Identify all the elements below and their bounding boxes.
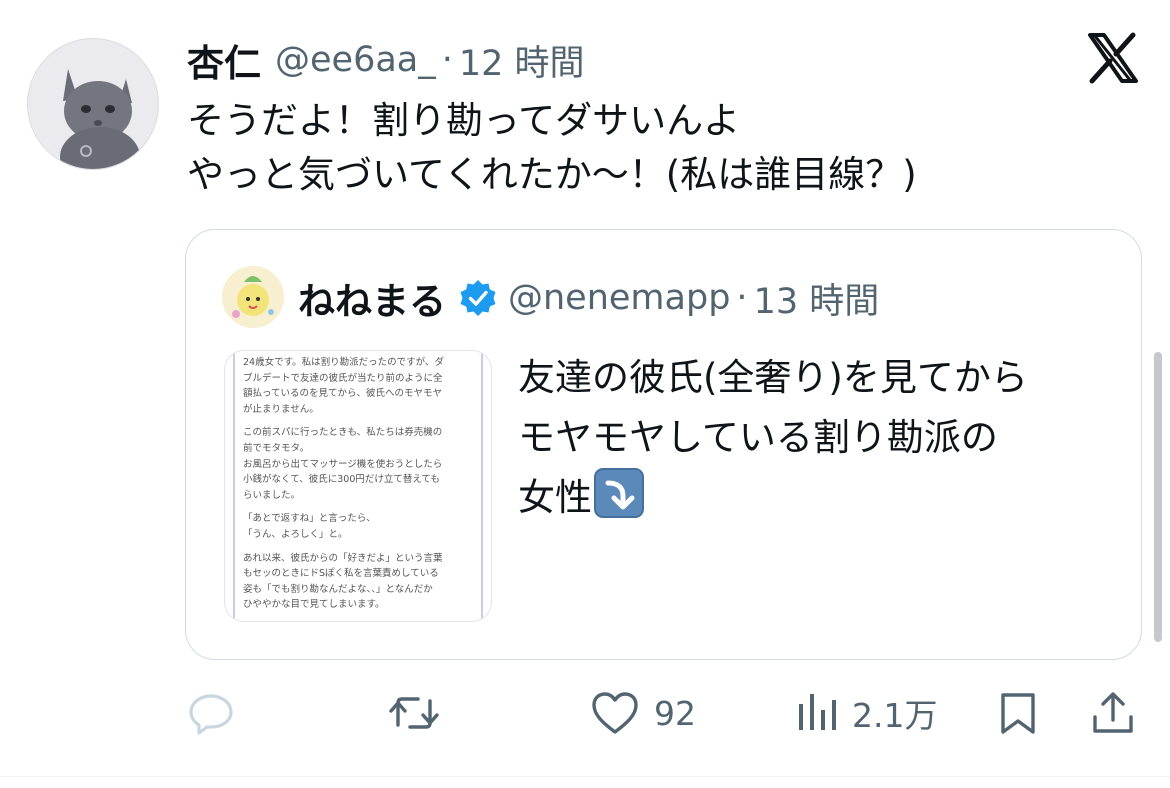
arrow-down-right-emoji-icon — [594, 468, 644, 518]
quoted-tweet-timestamp[interactable]: 13 時間 — [754, 273, 880, 324]
like-count: 92 — [654, 693, 696, 733]
tweet-header: 杏仁 @ee6aa_ · 12 時間 — [187, 32, 585, 88]
share-button[interactable] — [1090, 680, 1136, 746]
share-icon — [1090, 689, 1136, 737]
tweet-timestamp[interactable]: 12 時間 — [459, 35, 585, 86]
image-text-line: ブルデートで友達の彼氏が当たり前のように全 — [243, 372, 443, 384]
image-text-line: 姿も「でも割り勘なんだよな、、」となんだか — [243, 583, 433, 595]
reply-button[interactable] — [187, 680, 235, 746]
verified-badge-icon — [458, 278, 498, 318]
image-text-block: 24歳女です。私は割り勘派だったのですが、ダ ブルデートで友達の彼氏が当たり前の… — [233, 351, 483, 621]
quoted-text-line: 女性 — [518, 476, 592, 519]
tweet-text: そうだよ！割り勘ってダサいんよ やっと気づいてくれたか〜！(私は誰目線？) — [187, 94, 917, 202]
tweet-actions-bar: 92 2.1万 — [0, 680, 1170, 746]
image-text-line: ひややかな目で見てしまいます。 — [243, 599, 385, 611]
image-text-line: らいました。 — [243, 489, 301, 501]
scrollbar[interactable] — [1154, 352, 1162, 642]
image-text-line: 「うん、よろしく」と。 — [243, 528, 348, 540]
views-icon — [796, 690, 838, 736]
author-handle[interactable]: @ee6aa_ — [275, 40, 436, 80]
like-button[interactable]: 92 — [590, 680, 696, 746]
views-button[interactable]: 2.1万 — [796, 680, 937, 746]
image-text-line: この前スパに行ったときも、私たちは券売機の — [243, 427, 443, 439]
quoted-tweet-image[interactable]: 24歳女です。私は割り勘派だったのですが、ダ ブルデートで友達の彼氏が当たり前の… — [224, 350, 492, 622]
quoted-text-line-last: 女性 — [518, 468, 1028, 528]
bookmark-icon — [998, 690, 1038, 736]
image-text-line: あれ以来、彼氏からの「好きだよ」という言葉 — [243, 552, 443, 564]
x-logo-icon — [1086, 31, 1140, 85]
tweet-text-line: やっと気づいてくれたか〜！(私は誰目線？) — [187, 153, 917, 196]
bookmark-button[interactable] — [998, 680, 1038, 746]
author-display-name[interactable]: 杏仁 — [187, 33, 261, 87]
quoted-author-avatar[interactable] — [222, 266, 284, 328]
views-count: 2.1万 — [852, 696, 938, 735]
image-text-line: 額払っているのを見てから、彼氏へのモヤモヤ — [243, 388, 443, 400]
separator-dot: · — [441, 40, 453, 80]
quoted-tweet-header: ねねまる @nenemapp · 13 時間 — [298, 270, 879, 326]
tweet-text-line: そうだよ！割り勘ってダサいんよ — [187, 99, 741, 142]
image-text-line: 「あとで返すね」と言ったら、 — [243, 513, 376, 525]
image-text-line: もセッのときにドSぽく私を言葉責めしている — [243, 568, 439, 580]
author-avatar[interactable] — [27, 38, 159, 170]
quoted-author-display-name[interactable]: ねねまる — [298, 271, 446, 325]
quoted-text-line: モヤモヤしている割り勘派の — [518, 416, 998, 459]
image-text-line: が止まりません。 — [243, 403, 319, 415]
divider — [0, 776, 1170, 777]
retweet-button[interactable] — [388, 680, 454, 746]
like-icon — [590, 690, 640, 736]
image-text-line: お風呂から出てマッサージ機を使おうとしたら — [243, 458, 443, 470]
retweet-icon — [388, 689, 440, 737]
image-text-line: 前でモタモタ。 — [243, 442, 310, 454]
image-text-line: 小銭がなくて、彼氏に300円だけ立て替えても — [243, 474, 440, 486]
reply-icon — [187, 689, 235, 737]
quoted-text-line: 友達の彼氏(全奢り)を見てから — [518, 356, 1028, 399]
quoted-tweet-card[interactable]: ねねまる @nenemapp · 13 時間 24歳女です。私は割り勘派だったの… — [185, 229, 1142, 660]
quoted-author-handle[interactable]: @nenemapp — [508, 278, 730, 318]
image-text-line: 24歳女です。私は割り勘派だったのですが、ダ — [243, 357, 444, 368]
quoted-tweet-text: 友達の彼氏(全奢り)を見てから モヤモヤしている割り勘派の 女性 — [518, 348, 1028, 528]
separator-dot: · — [736, 278, 748, 318]
